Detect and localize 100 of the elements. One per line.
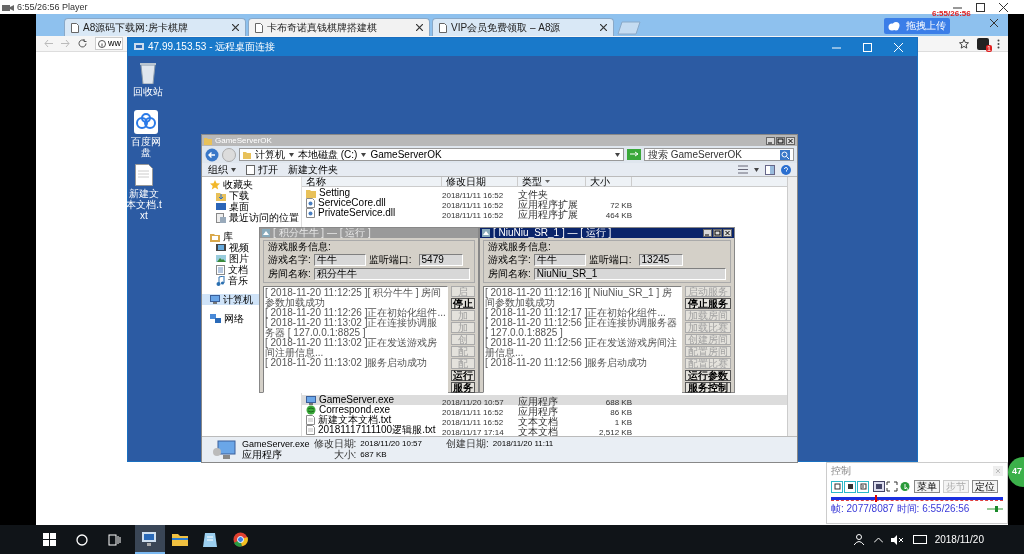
browser-tab[interactable]: A8源码下载网:房卡棋牌 [64, 18, 246, 36]
file-name: PrivateService.dll [318, 208, 396, 218]
close-icon[interactable] [232, 24, 239, 31]
chevron-up-icon[interactable] [873, 536, 883, 543]
back-icon[interactable] [205, 147, 219, 162]
file-date: 2018/11/11 16:52 [442, 408, 504, 417]
toolbar-button[interactable]: 组织 [208, 164, 236, 175]
desktop-icon-label[interactable]: 回收站 [133, 86, 163, 97]
desktop-icon-label[interactable]: 新建文本文档.txt [126, 188, 162, 221]
breadcrumb-item[interactable]: GameServerOK [370, 149, 442, 160]
readonly-field[interactable]: 13245 [638, 254, 683, 266]
readonly-field[interactable]: 5479 [418, 254, 463, 266]
breadcrumb-bar[interactable]: 计算机 本地磁盘 (C:) GameServerOK [239, 148, 624, 161]
file-type: 文本文档 [518, 426, 558, 437]
close-icon[interactable] [600, 24, 607, 31]
file-row[interactable]: Correspond.exe 2018/11/11 16:52 应用程序 86 KB [302, 405, 787, 415]
desktop-icon-label[interactable]: 百度网盘 [128, 136, 164, 158]
breadcrumb-item[interactable]: 本地磁盘 (C:) [298, 149, 358, 160]
remote-desktop-icon [134, 42, 144, 52]
taskbar-app[interactable] [135, 525, 165, 554]
readonly-field[interactable]: 牛牛 [533, 254, 586, 266]
reload-icon[interactable] [78, 39, 87, 48]
service-button[interactable]: 停止服务 [685, 298, 731, 309]
column-header[interactable]: 大小 [586, 177, 632, 186]
column-header[interactable]: 修改日期 [442, 177, 518, 186]
windows-icon[interactable] [43, 533, 56, 546]
video-icon [216, 243, 226, 252]
breadcrumb-item[interactable]: 计算机 [255, 149, 285, 160]
field-label: 游戏名字: [268, 255, 311, 265]
nav-item[interactable]: 收藏夹 [202, 179, 301, 190]
browser-tab[interactable]: VIP会员免费领取 – A8源 [432, 18, 614, 36]
close-icon[interactable] [416, 24, 423, 31]
minimize-icon[interactable] [766, 136, 775, 145]
folder-icon [204, 136, 212, 145]
file-row[interactable]: 新建文本文档.txt 2018/11/11 16:52 文本文档 1 KB [302, 415, 787, 425]
caret-icon[interactable] [615, 152, 620, 157]
fullscreen-icon[interactable] [886, 481, 898, 492]
file-row[interactable]: Setting 2018/11/11 16:52 文件夹 [302, 188, 787, 198]
file-row[interactable]: ServiceCore.dll 2018/11/11 16:52 应用程序扩展 72 KB [302, 198, 787, 208]
service-button[interactable]: 服务 [451, 382, 475, 393]
star-icon[interactable] [959, 38, 969, 49]
toolbar-button[interactable]: 打开 [246, 164, 278, 175]
seek-bar[interactable] [831, 496, 1003, 501]
panel-button[interactable]: 菜单 [914, 480, 940, 493]
file-type: 文件夹 [518, 189, 548, 200]
cursor-circle-icon[interactable] [899, 481, 911, 492]
preview-pane-icon[interactable] [765, 164, 775, 175]
log-line: [ 2018-11-20 11:12:56 ]正在连接协调服务器 [ 127.0.0.1:8825 ] [485, 318, 679, 338]
caret-icon [289, 152, 294, 157]
refresh-icon[interactable] [627, 149, 641, 160]
maximize-icon[interactable] [976, 2, 985, 12]
volume-thumb[interactable] [994, 506, 998, 512]
speaker-muted-icon[interactable] [890, 534, 905, 545]
nav-item[interactable]: 桌面 [202, 201, 301, 212]
file-row[interactable]: PrivateService.dll 2018/11/11 16:52 应用程序扩展 464 KB [302, 208, 787, 218]
browser-tab[interactable]: 卡布奇诺真钱棋牌搭建棋 [248, 18, 430, 36]
readonly-field[interactable]: NiuNiu_SR_1 [533, 268, 726, 280]
toolbar-button[interactable]: 新建文件夹 [288, 164, 338, 175]
caret-icon[interactable] [754, 167, 759, 172]
stop-icon[interactable] [844, 480, 856, 493]
service-button[interactable]: 停止 [451, 298, 475, 309]
close-icon[interactable] [999, 2, 1008, 12]
log-line: [ 2018-11-20 11:12:26 ]正在初始化组件... [265, 308, 446, 318]
sort-caret-icon [545, 180, 550, 183]
nav-item[interactable]: 下载 [202, 190, 301, 201]
readonly-field[interactable]: 积分牛牛 [313, 268, 470, 280]
view-list-icon[interactable] [738, 165, 748, 174]
help-icon[interactable] [781, 164, 791, 175]
maximize-icon[interactable] [776, 136, 785, 145]
music-note-icon [216, 275, 225, 286]
keyboard-icon[interactable] [912, 535, 927, 544]
close-icon[interactable] [723, 229, 732, 237]
service-button[interactable]: 服务控制 [685, 382, 731, 393]
nav-item[interactable]: 最近访问的位置 [202, 212, 301, 223]
column-header[interactable]: 名称 [302, 177, 442, 186]
column-header[interactable]: 类型 [518, 177, 586, 186]
search-icon[interactable] [76, 533, 88, 546]
details-label: 创建日期: [446, 439, 489, 449]
seek-marker[interactable] [875, 495, 878, 502]
address-bar[interactable]: ww [95, 37, 123, 50]
task-view-icon[interactable] [108, 533, 121, 546]
people-icon[interactable] [853, 534, 866, 545]
upload-button[interactable]: 拖拽上传 [884, 18, 950, 34]
maximize-icon[interactable] [713, 229, 722, 237]
fit-window-icon[interactable] [873, 481, 885, 492]
text-file-icon [306, 415, 315, 425]
service-button[interactable]: 运行参数 [685, 370, 731, 381]
panel-button[interactable]: 定位 [972, 480, 998, 493]
readonly-field[interactable]: 牛牛 [313, 254, 366, 266]
search-field[interactable]: 搜索 GameServerOK [644, 148, 794, 161]
menu-icon[interactable] [997, 38, 1000, 49]
file-size: 1 KB [614, 418, 632, 427]
file-row[interactable]: 20181117111100逻辑服.txt 2018/11/17 17:14 文本文档 2,512 KB [302, 425, 787, 435]
minimize-icon[interactable] [703, 229, 712, 237]
file-row[interactable]: GameServer.exe 2018/11/20 10:57 应用程序 688 KB [302, 395, 787, 405]
field-label: 监听端口: [588, 255, 632, 265]
playback-status: 帧: 2077/8087 时间: 6:55/26:56 [831, 504, 970, 514]
service-button[interactable]: 运行 [451, 370, 475, 381]
close-icon[interactable] [990, 19, 998, 27]
recent-places-icon [216, 212, 226, 223]
